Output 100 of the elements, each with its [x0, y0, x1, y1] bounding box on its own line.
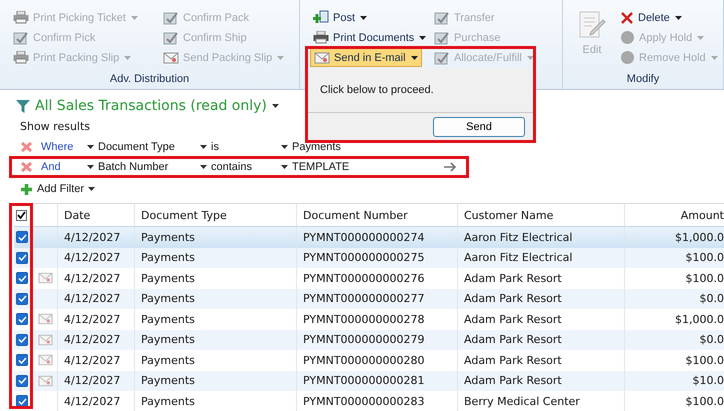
table-row[interactable]: 4/12/2027 Payments PYMNT000000000283 Berry Medical Center $100.0	[14, 391, 724, 411]
checkmark-box-icon	[434, 10, 450, 24]
table-cell: Adam Park Resort	[458, 330, 625, 350]
caret-icon	[697, 36, 704, 40]
checkbox[interactable]	[16, 395, 28, 408]
table-cell: Adam Park Resort	[458, 370, 625, 391]
plus-icon	[20, 182, 33, 196]
table-cell: Payments	[135, 391, 297, 411]
checkbox[interactable]	[16, 354, 28, 366]
caret-icon	[200, 145, 207, 149]
group-label: Modify	[626, 72, 660, 87]
envelope-icon	[163, 50, 179, 64]
table-row[interactable]: 4/12/2027 Payments PYMNT000000000275 Aaron Fitz Electrical $100.0	[14, 248, 724, 268]
show-results-label: Show results	[20, 119, 90, 135]
printer-icon	[313, 31, 329, 44]
checkbox[interactable]	[16, 272, 28, 284]
checkmark-box-icon	[13, 30, 29, 44]
table-cell: PYMNT000000000279	[297, 330, 458, 350]
table-cell: 4/12/2027	[58, 330, 135, 350]
circle-icon	[620, 50, 635, 65]
table-cell: Payments	[135, 330, 297, 350]
column-header[interactable]: Date	[58, 204, 135, 226]
table-cell-text: $100.0	[684, 352, 724, 369]
connector-dropdown[interactable]: Where	[37, 141, 85, 153]
operator-dropdown[interactable]: is	[207, 141, 279, 153]
send-button[interactable]: Send	[433, 116, 525, 136]
table-cell-text: $1,000.0	[674, 230, 724, 246]
column-header[interactable]: Document Type	[135, 204, 297, 226]
caret-icon	[410, 56, 418, 60]
table-cell: PYMNT000000000277	[297, 288, 458, 309]
caret-icon	[281, 145, 288, 149]
ribbon-button[interactable]: Send in E-mail	[310, 48, 422, 67]
group-label: Adv. Distribution	[108, 72, 190, 87]
envelope-icon	[314, 50, 330, 64]
column-header[interactable]: Customer Name	[458, 204, 625, 226]
view-title: All Sales Transactions (read only)	[35, 98, 267, 114]
close-icon	[620, 10, 634, 24]
caret-icon	[281, 165, 288, 169]
caret-icon	[130, 16, 138, 20]
table-row[interactable]: 4/12/2027 Payments PYMNT000000000277 Adam Park Resort $0.0	[14, 288, 724, 309]
table-cell-text: $0.0	[698, 332, 724, 348]
caret-icon	[200, 165, 207, 169]
table-cell: Payments	[135, 370, 297, 391]
table-row[interactable]: 4/12/2027 Payments PYMNT000000000279 Adam Park Resort $0.0	[14, 330, 724, 350]
checkmark-box-icon	[434, 30, 450, 44]
caret-icon	[87, 145, 94, 149]
circle-icon	[620, 30, 635, 45]
caret-icon	[272, 104, 279, 108]
caret-icon	[710, 56, 718, 60]
checkbox[interactable]	[16, 231, 28, 244]
printer-icon	[13, 11, 29, 24]
table-row[interactable]: 4/12/2027 Payments PYMNT000000000274 Aaron Fitz Electrical $1,000.0	[14, 227, 724, 248]
caret-icon	[419, 36, 426, 40]
ribbon-button[interactable]: Delete	[617, 8, 685, 27]
checkbox[interactable]	[16, 252, 28, 264]
ribbon-button[interactable]: Print Documents	[310, 28, 430, 47]
checkbox[interactable]	[16, 374, 28, 387]
caret-icon	[277, 56, 284, 60]
column-header[interactable]: Document Number	[297, 204, 458, 226]
table-cell: PYMNT000000000275	[297, 248, 458, 268]
table-cell-text: $100.0	[684, 394, 724, 410]
table-cell-text: $100.0	[684, 270, 724, 287]
column-header[interactable]: Amount	[625, 204, 724, 226]
table-row[interactable]: 4/12/2027 Payments PYMNT000000000281 Adam Park Resort $10.0	[14, 370, 724, 391]
caret-icon	[88, 187, 96, 191]
caret-icon	[526, 56, 534, 60]
table-cell: 4/12/2027	[58, 391, 135, 411]
field-dropdown[interactable]: Batch Number	[94, 161, 198, 173]
table-cell: 4/12/2027	[58, 248, 135, 268]
table-cell: PYMNT000000000283	[297, 391, 458, 411]
field-dropdown[interactable]: Document Type	[94, 141, 198, 153]
arrow-right-icon[interactable]	[444, 162, 458, 172]
caret-icon	[360, 16, 368, 20]
table-cell: Payments	[135, 288, 297, 309]
table-cell: Adam Park Resort	[458, 288, 625, 309]
checkmark-box-icon	[434, 50, 450, 64]
table-cell: 4/12/2027	[58, 370, 135, 391]
checkbox[interactable]	[16, 313, 28, 326]
add-filter-button[interactable]: Add Filter	[33, 183, 88, 195]
caret-icon	[124, 56, 132, 60]
checkbox[interactable]	[16, 334, 28, 346]
ribbon-button[interactable]: Post	[310, 8, 370, 27]
printer-icon	[13, 51, 29, 64]
document-pencil-icon	[577, 10, 607, 40]
table-cell: Aaron Fitz Electrical	[458, 248, 625, 268]
table-cell-text: $100.0	[684, 250, 724, 266]
connector-dropdown[interactable]: And	[37, 161, 85, 173]
checkbox[interactable]	[16, 292, 28, 305]
checkmark-box-icon	[163, 10, 179, 24]
table-cell: Payments	[135, 248, 297, 268]
filter-value: Payments	[291, 141, 341, 153]
caret-icon	[674, 16, 682, 20]
table-cell: 4/12/2027	[58, 288, 135, 309]
filter-icon	[16, 100, 30, 112]
filter-value: TEMPLATE	[291, 161, 350, 173]
operator-dropdown[interactable]: contains	[207, 161, 279, 173]
checkmark-box-icon	[163, 30, 179, 44]
checkbox[interactable]	[16, 210, 27, 220]
edit-label: Edit	[582, 44, 602, 56]
table-cell: Berry Medical Center	[458, 391, 625, 411]
